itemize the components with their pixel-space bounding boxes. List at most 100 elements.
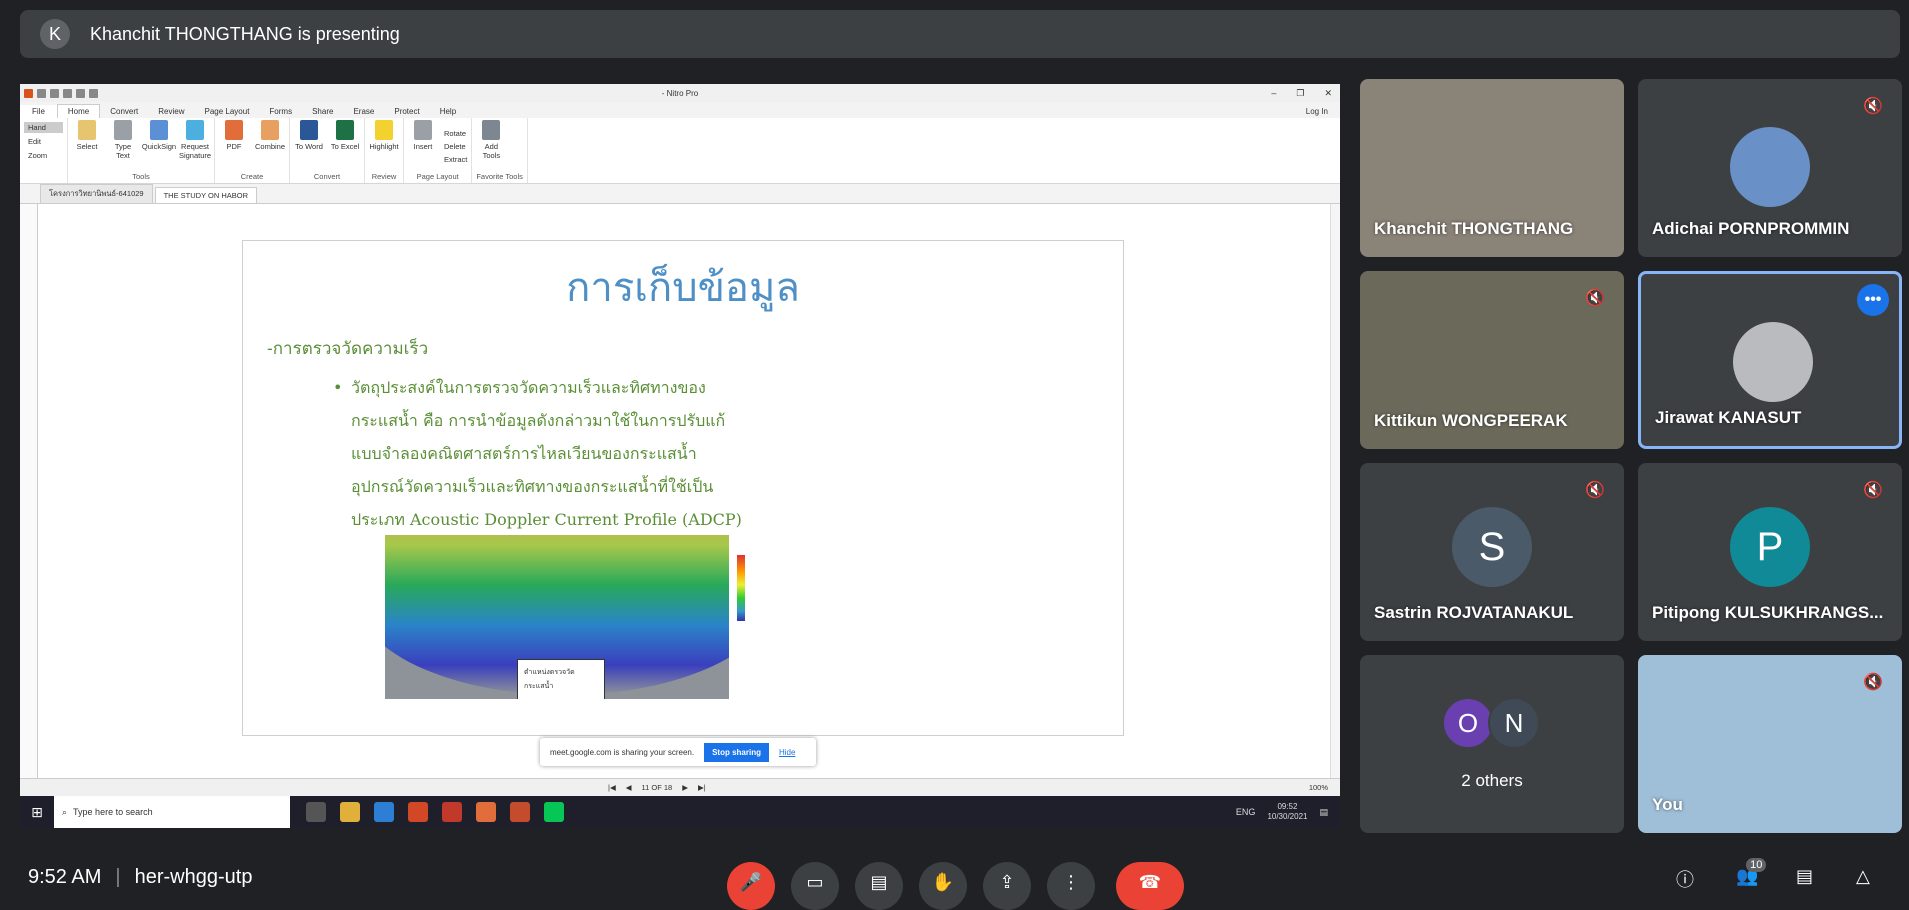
quicksign-icon [150,120,168,140]
ribbon-tabs: File Home Convert Review Page Layout For… [20,102,1340,118]
type-text-icon [114,120,132,140]
file-menu[interactable]: File [20,105,57,118]
present-icon: ⇪ [999,872,1015,892]
camera-toggle-button[interactable]: ▭ [791,862,839,910]
type-text-tool[interactable]: Type Text [108,120,138,172]
tab-help[interactable]: Help [430,105,466,118]
extract-button[interactable]: Extract [444,155,467,164]
captions-button[interactable]: ▤ [855,862,903,910]
notification-icon[interactable]: ▤ [1319,807,1328,818]
hide-link[interactable]: Hide [779,748,795,757]
participant-tile[interactable]: ••• Jirawat KANASUT [1638,271,1902,449]
combine-icon [261,120,279,140]
zoom-level[interactable]: 100% [1309,783,1328,792]
mic-off-icon: 🎤 [739,872,763,892]
participant-tile[interactable]: 🔇 Kittikun WONGPEERAK [1360,271,1624,449]
add-tools-button[interactable]: Add Tools [476,120,506,172]
mic-toggle-button[interactable]: 🎤 [727,862,775,910]
document-tabs: โครงการวิทยานิพนธ์-641029 THE STUDY ON H… [20,184,1340,204]
participant-tile[interactable]: Khanchit THONGTHANG [1360,79,1624,257]
task-view-icon[interactable] [306,802,326,822]
current-time: 9:52 AM [28,866,102,888]
stop-sharing-button[interactable]: Stop sharing [704,742,769,762]
add-tools-icon [482,120,501,140]
hand-mode[interactable]: Hand [24,122,63,133]
others-label: 2 others [1461,771,1523,790]
hand-icon: ✋ [931,872,955,892]
tab-erase[interactable]: Erase [343,105,384,118]
office-icon[interactable] [408,802,428,822]
taskbar-search[interactable]: ⌕ Type here to search [54,796,290,828]
more-options-button[interactable]: ⋮ [1047,862,1095,910]
tab-forms[interactable]: Forms [259,105,302,118]
close-icon[interactable]: ✕ [1324,88,1332,99]
slide-line: ประเภท Acoustic Doppler Current Profile … [351,510,742,529]
participant-tile-self[interactable]: 🔇 You [1638,655,1902,833]
select-tool[interactable]: Select [72,120,102,172]
combine-tool[interactable]: Combine [255,120,285,172]
vertical-scrollbar[interactable] [1330,204,1340,778]
windows-start-icon[interactable]: ⊞ [20,796,54,828]
participant-tile[interactable]: 🔇 P Pitipong KULSUKHRANGS... [1638,463,1902,641]
tab-review[interactable]: Review [148,105,194,118]
to-word-tool[interactable]: To Word [294,120,324,172]
tab-home[interactable]: Home [56,104,101,118]
slide-line: กระแสน้ำ คือ การนำข้อมูลดังกล่าวมาใช้ในก… [351,411,726,430]
powerpoint-icon[interactable] [510,802,530,822]
search-icon: ⌕ [62,806,68,817]
next-page-icon[interactable]: ▶ [682,783,688,792]
line-icon[interactable] [544,802,564,822]
prev-page-icon[interactable]: ◀ [626,783,632,792]
pdf-tool[interactable]: PDF [219,120,249,172]
edit-mode[interactable]: Edit [24,136,63,147]
rotate-button[interactable]: Rotate [444,129,467,138]
restore-icon[interactable]: ❐ [1296,88,1304,99]
meeting-details-icon[interactable]: ⓘ [1676,866,1694,892]
tab-page-layout[interactable]: Page Layout [194,105,259,118]
participant-tile[interactable]: O N 2 others [1360,655,1624,833]
to-excel-tool[interactable]: To Excel [330,120,360,172]
presenting-banner: K Khanchit THONGTHANG is presenting [20,10,1900,58]
nitro-taskbar-icon[interactable] [476,802,496,822]
avatar: N [1488,697,1540,749]
more-options-icon[interactable]: ••• [1857,284,1889,316]
doc-tab-study[interactable]: THE STUDY ON HABOR [154,187,258,203]
page-indicator[interactable]: 11 OF 18 [642,783,673,792]
participant-name: Sastrin ROJVATANAKUL [1374,603,1574,622]
tab-share[interactable]: Share [302,105,343,118]
highlight-tool[interactable]: Highlight [369,120,399,172]
quicksign-tool[interactable]: QuickSign [142,120,176,172]
delete-button[interactable]: Delete [444,142,467,151]
taskbar-apps [306,802,564,822]
present-button[interactable]: ⇪ [983,862,1031,910]
language-indicator[interactable]: ENG [1236,807,1256,817]
mic-off-icon: 🔇 [1863,674,1883,691]
word-icon [300,120,318,140]
record-icon[interactable] [442,802,462,822]
more-vert-icon: ⋮ [1062,872,1080,892]
document-view[interactable]: การเก็บข้อมูล -การตรวจวัดความเร็ว • วัตถ… [20,204,1340,778]
mic-off-icon: 🔇 [1863,482,1883,499]
doc-tab-thesis[interactable]: โครงการวิทยานิพนธ์-641029 [40,184,153,203]
shared-screen: - Nitro Pro – ❐ ✕ File Home Convert Revi… [20,84,1340,828]
taskbar-clock[interactable]: 09:52 10/30/2021 [1267,802,1307,822]
zoom-mode[interactable]: Zoom [24,150,63,161]
tab-protect[interactable]: Protect [384,105,429,118]
edge-icon[interactable] [374,802,394,822]
raise-hand-button[interactable]: ✋ [919,862,967,910]
first-page-icon[interactable]: |◀ [608,783,616,792]
excel-icon [336,120,354,140]
participant-tile[interactable]: 🔇 S Sastrin ROJVATANAKUL [1360,463,1624,641]
leave-call-button[interactable]: ☎ [1116,862,1184,910]
insert-tool[interactable]: Insert [408,120,438,172]
request-signature-tool[interactable]: Request Signature [179,120,211,172]
last-page-icon[interactable]: ▶| [698,783,706,792]
participant-tile[interactable]: 🔇 Adichai PORNPROMMIN [1638,79,1902,257]
select-icon [78,120,96,140]
left-panel-rail[interactable] [20,204,38,778]
login-link[interactable]: Log In [1306,107,1328,116]
minimize-icon[interactable]: – [1271,88,1276,99]
file-explorer-icon[interactable] [340,802,360,822]
create-group: PDF Combine Create [215,118,290,183]
tab-convert[interactable]: Convert [100,105,148,118]
